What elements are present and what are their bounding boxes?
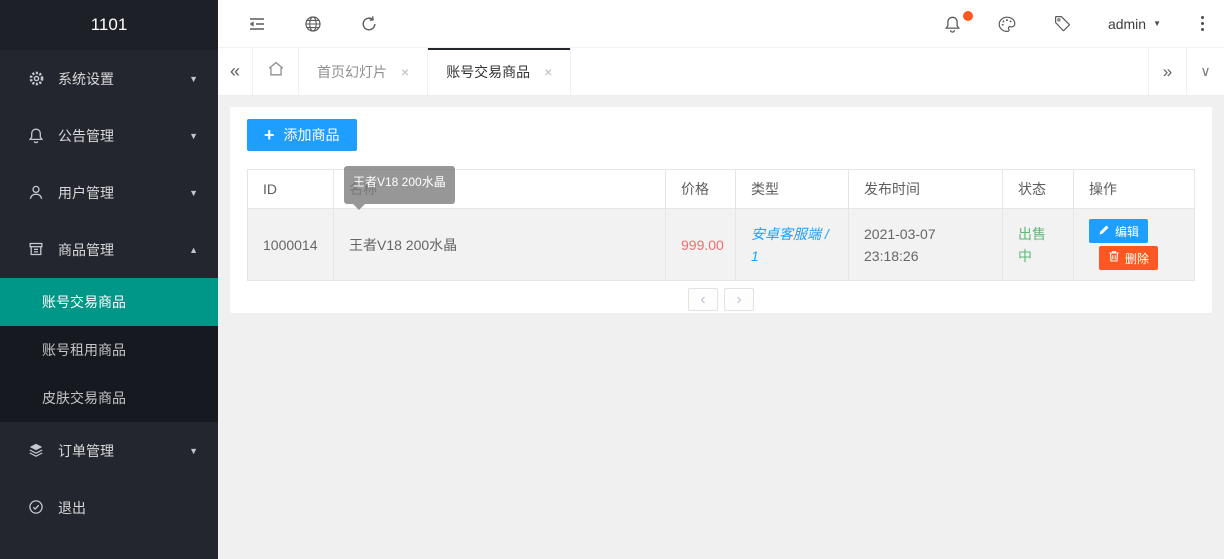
chevron-up-icon: ▲ [189, 244, 198, 255]
sidebar-item-label: 用户管理 [58, 184, 114, 201]
collapse-sidebar-icon[interactable] [248, 16, 266, 32]
header-type: 类型 [735, 169, 849, 209]
sidebar-item-system-settings[interactable]: 系统设置 ▼ [0, 50, 218, 107]
pencil-icon [1098, 224, 1110, 239]
scroll-tabs-right-button[interactable]: » [1148, 48, 1186, 95]
edit-label: 编辑 [1115, 224, 1140, 239]
tabbar-spacer [571, 48, 1148, 95]
cell-id: 1000014 [247, 208, 334, 281]
bell-icon [944, 15, 961, 33]
header-status: 状态 [1002, 169, 1074, 209]
cell-status: 出售中 [1002, 208, 1074, 281]
globe-icon[interactable] [304, 15, 322, 33]
header-publish-time: 发布时间 [848, 169, 1003, 209]
cell-type-link[interactable]: 安卓客服端 / 1 [735, 208, 849, 281]
next-page-button[interactable]: › [724, 288, 754, 311]
badge-check-icon [28, 499, 45, 516]
tab-options-button[interactable]: ∨ [1186, 48, 1224, 95]
app-root: 1101 系统设置 ▼ 公告管理 ▼ 用户管理 ▼ 商品管理 ▲ 账号交易商品 … [0, 0, 1224, 559]
table-row: 1000014 王者V18 200水晶 999.00 安卓客服端 / 1 202… [247, 208, 1195, 281]
tab-home-slides[interactable]: 首页幻灯片 × [299, 48, 429, 95]
navbar-right-actions: admin ▼ [944, 10, 1208, 35]
theme-palette-icon[interactable] [997, 15, 1017, 33]
products-submenu: 账号交易商品 账号租用商品 皮肤交易商品 [0, 278, 218, 422]
products-card: + 添加商品 ID 名称 价格 类型 发布时间 [230, 107, 1212, 313]
sidebar-item-logout[interactable]: 退出 [0, 479, 218, 536]
cell-price: 999.00 [665, 208, 736, 281]
scroll-tabs-left-button[interactable]: « [218, 48, 253, 95]
sidebar-item-account-trade-products[interactable]: 账号交易商品 [0, 278, 218, 326]
delete-label: 删除 [1125, 251, 1150, 266]
edit-button[interactable]: 编辑 [1089, 219, 1149, 243]
chevron-down-icon: ▼ [189, 445, 198, 456]
sidebar-item-skin-trade-products[interactable]: 皮肤交易商品 [0, 374, 218, 422]
sidebar-item-users[interactable]: 用户管理 ▼ [0, 164, 218, 221]
delete-button[interactable]: 删除 [1099, 246, 1159, 270]
refresh-icon[interactable] [360, 15, 378, 33]
chevron-down-icon: ▼ [1153, 19, 1161, 28]
chevron-down-icon: ▼ [189, 130, 198, 141]
more-options-kebab-icon[interactable] [1197, 13, 1208, 35]
shop-icon [28, 241, 45, 258]
sidebar-item-label: 退出 [58, 499, 86, 516]
close-icon[interactable]: × [544, 64, 552, 80]
navbar-left-actions [248, 15, 378, 33]
pagination: ‹ › [247, 288, 1195, 311]
username: admin [1107, 15, 1147, 32]
bell-icon [28, 127, 45, 144]
cell-name: 王者V18 200水晶 [333, 208, 666, 281]
header-id: ID [247, 169, 334, 209]
sidebar-item-orders[interactable]: 订单管理 ▼ [0, 422, 218, 479]
sidebar-item-label: 系统设置 [58, 70, 114, 87]
tab-label: 首页幻灯片 [317, 63, 387, 80]
sidebar-item-label: 商品管理 [58, 241, 114, 258]
notifications-button[interactable] [944, 10, 973, 33]
main-column: admin ▼ « 首页幻灯片 × 账号交易商品 × » ∨ + 添加商品 ID… [218, 0, 1224, 559]
layers-icon [28, 442, 45, 459]
trash-icon [1108, 250, 1120, 266]
header-price: 价格 [665, 169, 736, 209]
close-icon[interactable]: × [401, 64, 409, 80]
sidebar-item-products[interactable]: 商品管理 ▲ [0, 221, 218, 278]
sidebar: 1101 系统设置 ▼ 公告管理 ▼ 用户管理 ▼ 商品管理 ▲ 账号交易商品 … [0, 0, 218, 559]
tab-account-trade-products[interactable]: 账号交易商品 × [428, 48, 572, 95]
chevron-down-icon: ▼ [189, 187, 198, 198]
sidebar-item-label: 公告管理 [58, 127, 114, 144]
add-product-label: 添加商品 [283, 127, 340, 143]
cell-publish-time: 2021-03-07 23:18:26 [848, 208, 1003, 281]
prev-page-button[interactable]: ‹ [688, 288, 718, 311]
gear-icon [28, 70, 45, 87]
home-icon [266, 59, 286, 84]
tag-icon[interactable] [1053, 14, 1072, 33]
chevron-down-icon: ▼ [189, 73, 198, 84]
tab-label: 账号交易商品 [446, 63, 531, 80]
add-product-button[interactable]: + 添加商品 [247, 119, 357, 151]
cell-actions: 编辑 删除 [1073, 208, 1195, 281]
home-tab[interactable] [253, 48, 299, 95]
user-icon [28, 184, 45, 201]
app-title: 1101 [0, 0, 218, 50]
tab-bar: « 首页幻灯片 × 账号交易商品 × » ∨ [218, 48, 1224, 96]
header-actions: 操作 [1073, 169, 1195, 209]
sidebar-item-announcements[interactable]: 公告管理 ▼ [0, 107, 218, 164]
sidebar-item-account-rent-products[interactable]: 账号租用商品 [0, 326, 218, 374]
notification-badge-dot [962, 10, 973, 21]
plus-icon: + [264, 125, 275, 145]
top-navbar: admin ▼ [218, 0, 1224, 48]
product-name-tooltip: 王者V18 200水晶 [344, 166, 455, 210]
sidebar-item-label: 订单管理 [58, 442, 114, 459]
user-menu[interactable]: admin ▼ [1108, 16, 1161, 32]
content-area: + 添加商品 ID 名称 价格 类型 发布时间 [218, 96, 1224, 559]
